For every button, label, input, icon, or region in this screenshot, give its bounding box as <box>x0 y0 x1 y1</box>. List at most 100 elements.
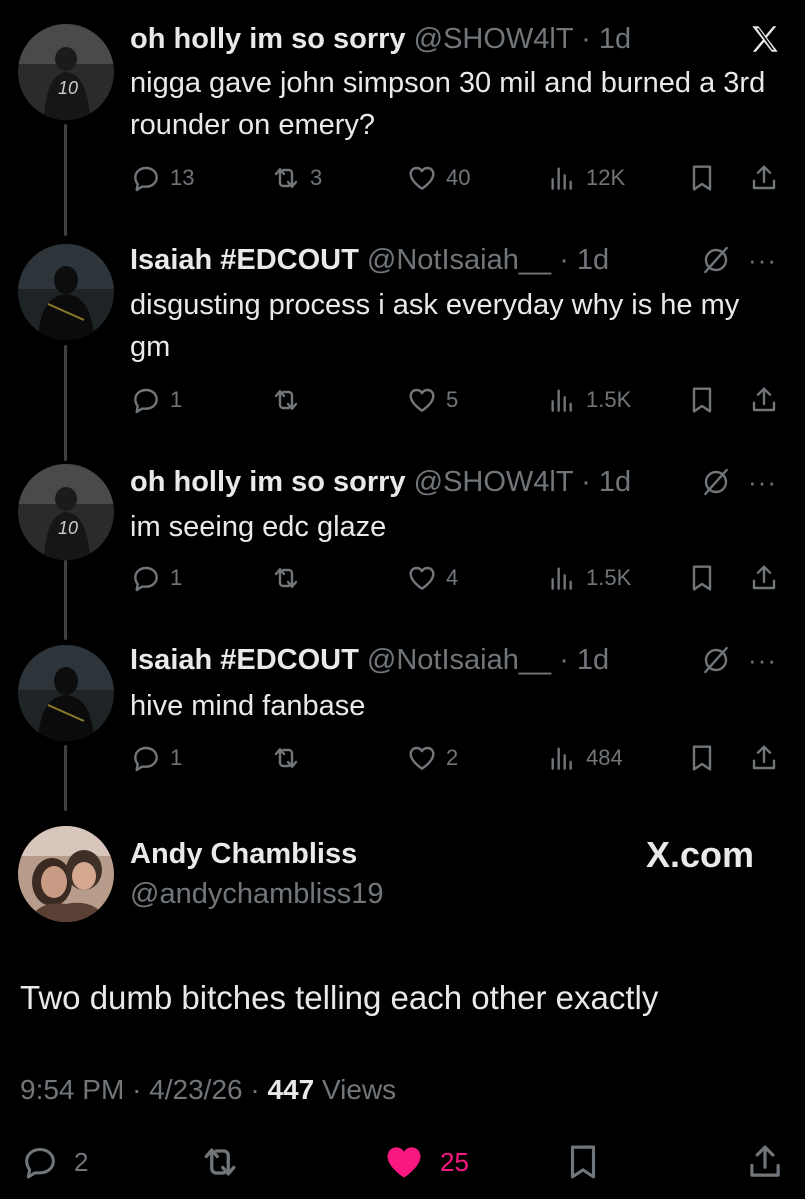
tweet-time[interactable]: 1d <box>599 466 631 498</box>
views-icon <box>551 567 572 590</box>
views-count: 447 <box>267 1074 315 1105</box>
retweet-button[interactable] <box>198 1140 242 1184</box>
reply-button[interactable]: 1 <box>130 380 182 420</box>
tweet-actions: 1 4 1.5K <box>130 558 790 598</box>
author-handle[interactable]: @andychambliss19 <box>130 878 384 911</box>
views-label: Views <box>321 1074 397 1105</box>
brand-text: X.com <box>646 834 755 875</box>
views-button[interactable]: 1.5K <box>546 380 631 420</box>
author-name[interactable]: Andy Chambliss <box>130 838 357 871</box>
avatar[interactable] <box>18 826 114 922</box>
share-button[interactable] <box>748 380 780 420</box>
author-name[interactable]: Isaiah #EDCOUT <box>130 644 359 676</box>
reply-button[interactable]: 1 <box>130 558 182 598</box>
share-button[interactable] <box>748 558 780 598</box>
more-options-button[interactable]: ··· <box>748 245 777 276</box>
share-button[interactable] <box>748 738 780 778</box>
reply-button[interactable]: 1 <box>130 738 182 778</box>
retweet-button[interactable] <box>270 380 302 420</box>
author-handle[interactable]: @SHOW4lT <box>414 23 573 55</box>
tweet-header: Isaiah #EDCOUT @NotIsaiah__ · 1d <box>130 643 609 677</box>
bookmark-icon <box>692 387 712 413</box>
tweet-time[interactable]: 1d <box>599 23 631 55</box>
heart-icon <box>409 388 435 412</box>
thread-line <box>64 124 67 236</box>
tweet-text: hive mind fanbase <box>130 690 366 722</box>
grok-icon[interactable] <box>700 644 732 676</box>
author-name[interactable]: oh holly im so sorry <box>130 23 406 55</box>
bookmark-button[interactable] <box>562 1140 604 1184</box>
reply-button[interactable]: 13 <box>130 158 194 198</box>
author-handle[interactable]: @NotIsaiah__ <box>367 644 551 676</box>
bookmark-button[interactable] <box>686 380 718 420</box>
avatar-image: 10 <box>18 464 114 560</box>
heart-icon <box>409 566 435 590</box>
views-button[interactable]: 12K <box>546 158 625 198</box>
avatar[interactable] <box>18 645 114 741</box>
views-icon <box>551 747 572 770</box>
tweet-actions: 13 3 40 12K <box>130 158 790 198</box>
avatar[interactable] <box>18 244 114 340</box>
author-handle[interactable]: @SHOW4lT <box>414 466 573 498</box>
grok-icon[interactable] <box>700 466 732 498</box>
like-count: 5 <box>446 387 459 412</box>
reply-button[interactable]: 2 <box>20 1140 88 1184</box>
bookmark-button[interactable] <box>686 158 718 198</box>
retweet-button[interactable] <box>270 558 302 598</box>
more-options-button[interactable]: ··· <box>748 645 777 676</box>
avatar[interactable]: 10 <box>18 464 114 560</box>
retweet-button[interactable] <box>270 738 302 778</box>
reply-icon <box>134 746 158 772</box>
tweet-time[interactable]: 1d <box>577 244 609 276</box>
share-button[interactable] <box>748 158 780 198</box>
like-button[interactable]: 25 <box>382 1140 469 1184</box>
bookmark-button[interactable] <box>686 738 718 778</box>
separator: · <box>581 466 591 498</box>
bookmark-button[interactable] <box>686 558 718 598</box>
separator: · <box>250 1074 260 1105</box>
tweet-actions: 1 2 484 <box>130 738 790 778</box>
heart-icon <box>409 746 435 770</box>
retweet-icon <box>204 1148 236 1176</box>
views-count: 1.5K <box>586 565 632 590</box>
views-button[interactable]: 1.5K <box>546 558 631 598</box>
thread-line <box>64 745 67 811</box>
tweet-meta: 9:54 PM · 4/23/26 · 447 Views <box>20 1074 396 1106</box>
bookmark-icon <box>692 165 712 191</box>
like-button[interactable]: 5 <box>406 380 458 420</box>
retweet-count: 3 <box>310 165 323 190</box>
bookmark-icon <box>692 745 712 771</box>
more-options-button[interactable]: ··· <box>748 467 777 498</box>
reply-icon <box>134 166 158 192</box>
like-button[interactable]: 4 <box>406 558 458 598</box>
like-count: 25 <box>440 1146 469 1177</box>
views-count: 12K <box>586 165 626 190</box>
like-button[interactable]: 40 <box>406 158 470 198</box>
bookmark-icon <box>570 1145 596 1179</box>
separator: · <box>581 23 591 55</box>
retweet-button[interactable]: 3 <box>270 158 322 198</box>
svg-text:10: 10 <box>58 78 78 98</box>
grok-icon[interactable] <box>700 244 732 276</box>
x-logo-icon <box>748 22 782 56</box>
views-button[interactable]: 484 <box>546 738 623 778</box>
tweet-top-right: ··· <box>700 644 777 676</box>
author-name[interactable]: oh holly im so sorry <box>130 466 406 498</box>
tweet-date[interactable]: 4/23/26 <box>149 1074 242 1105</box>
retweet-icon <box>274 748 298 768</box>
avatar-image <box>18 645 114 741</box>
tweet-time[interactable]: 1d <box>577 644 609 676</box>
author-handle[interactable]: @NotIsaiah__ <box>367 244 551 276</box>
reply-count: 13 <box>170 165 195 190</box>
tweet-top-right: ··· <box>700 244 777 276</box>
reply-count: 2 <box>74 1146 89 1177</box>
views-icon <box>551 389 572 412</box>
like-button[interactable]: 2 <box>406 738 458 778</box>
avatar[interactable]: 10 <box>18 24 114 120</box>
heart-filled-icon <box>387 1147 421 1178</box>
author-name[interactable]: Isaiah #EDCOUT <box>130 244 359 276</box>
share-button[interactable] <box>744 1140 786 1184</box>
thread-line <box>64 560 67 640</box>
separator: · <box>559 644 569 676</box>
tweet-time[interactable]: 9:54 PM <box>20 1074 124 1105</box>
